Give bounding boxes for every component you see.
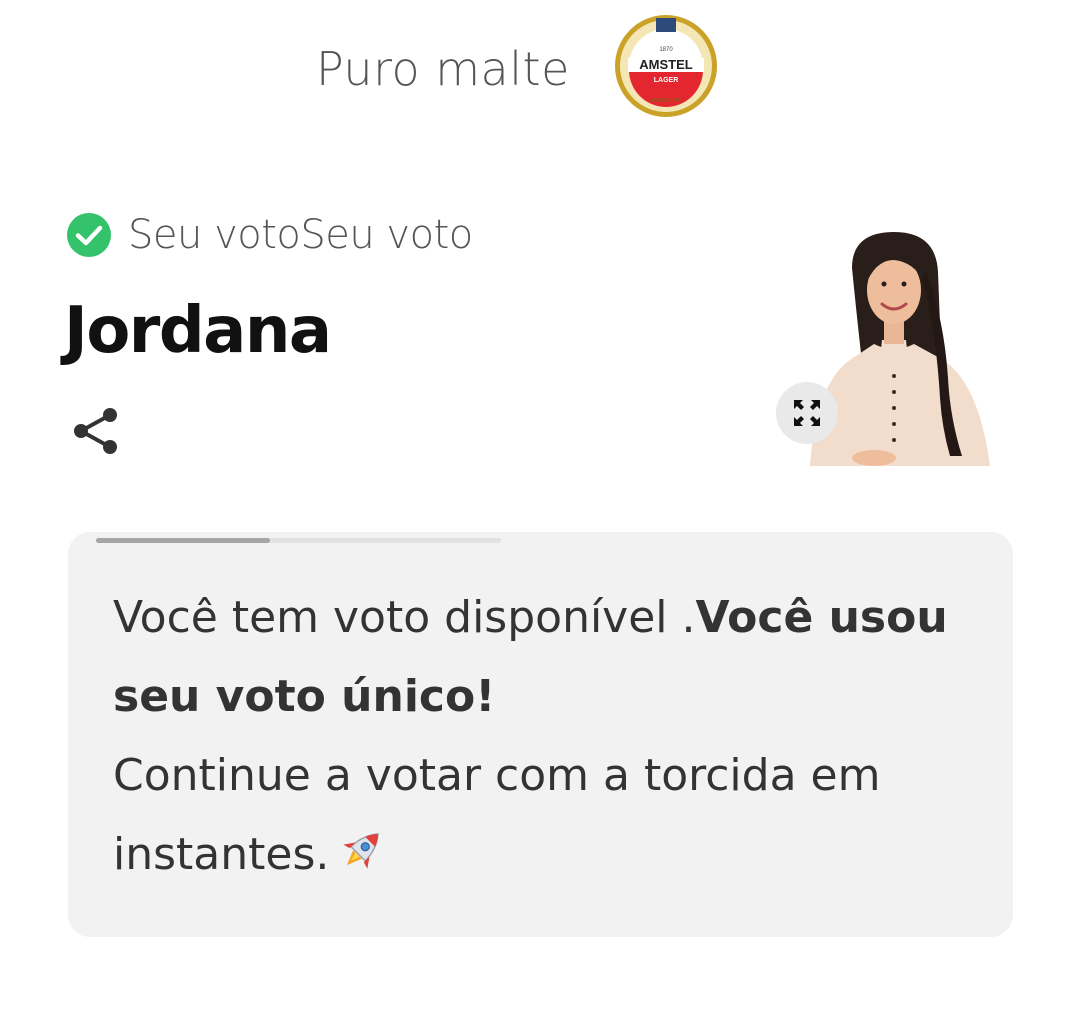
countdown-progress-fill bbox=[96, 538, 271, 543]
sponsor-header: Puro malte 1870 AMSTEL LAGER AMSTERDAM bbox=[0, 0, 1080, 150]
sponsor-tagline: Puro malte bbox=[316, 42, 570, 96]
rocket-icon bbox=[343, 833, 380, 869]
vote-message-continue: Continue a votar com a torcida em instan… bbox=[113, 750, 881, 880]
vote-status: Seu votoSeu voto bbox=[66, 210, 473, 260]
svg-text:AMSTERDAM: AMSTERDAM bbox=[650, 98, 682, 104]
countdown-progress-bar bbox=[96, 538, 501, 543]
svg-text:LAGER: LAGER bbox=[654, 77, 679, 84]
vote-message: Você tem voto disponível .Você usou seu … bbox=[113, 578, 953, 894]
vote-status-label: Seu votoSeu voto bbox=[128, 212, 473, 258]
share-icon[interactable] bbox=[72, 406, 120, 456]
expand-icon bbox=[794, 400, 820, 426]
vote-message-card: Você tem voto disponível .Você usou seu … bbox=[68, 532, 1013, 937]
expand-photo-button[interactable] bbox=[776, 382, 838, 444]
vote-message-start: Você tem voto disponível . bbox=[113, 592, 696, 643]
check-circle-icon bbox=[67, 213, 111, 257]
svg-text:1870: 1870 bbox=[659, 47, 673, 53]
svg-text:AMSTEL: AMSTEL bbox=[639, 57, 693, 72]
amstel-logo: 1870 AMSTEL LAGER AMSTERDAM bbox=[615, 15, 717, 117]
candidate-name: Jordana bbox=[64, 294, 332, 368]
